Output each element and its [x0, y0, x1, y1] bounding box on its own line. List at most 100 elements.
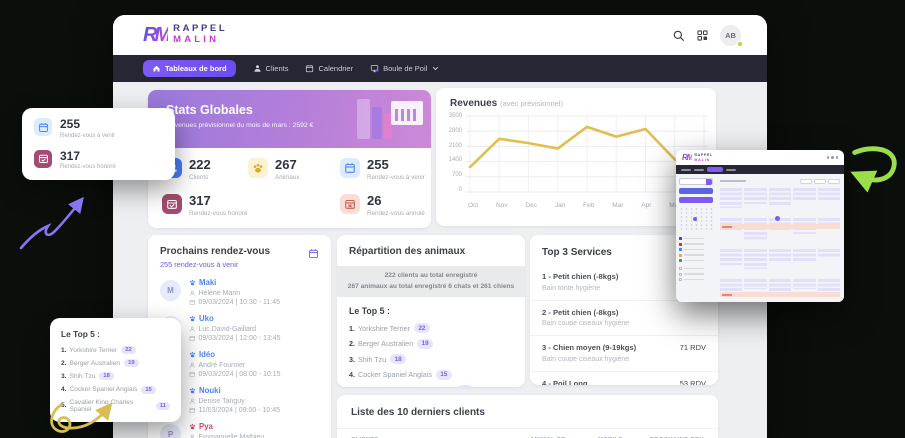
repartition-animaux-card: Répartition des animaux 222 clients au t…: [337, 235, 525, 387]
green-curved-arrow: [845, 143, 901, 193]
mini-screenshot-sidebar: [676, 174, 716, 302]
revenues-card: Revenues (avec prévisionnel) 35002800210…: [436, 88, 716, 226]
calendar-link-icon[interactable]: [308, 246, 319, 257]
mini-legend: [679, 237, 713, 262]
revenues-line-chart: [466, 112, 708, 198]
count-badge: 15: [141, 386, 155, 394]
count-badge: 18: [390, 354, 406, 364]
pet-name: Idéo: [199, 350, 215, 359]
calendar-check-icon: [162, 194, 182, 214]
app-icon: [370, 64, 379, 73]
service-rdv-count: 71 RDV: [680, 343, 706, 363]
top5-item: 4. Cocker Spaniel Anglais 15: [349, 370, 513, 380]
nav-tableaux-de-bord[interactable]: Tableaux de bord: [143, 60, 236, 77]
count-badge: 15: [436, 370, 452, 380]
pet-avatar: P: [160, 424, 181, 438]
mini-month-calendar: [679, 207, 713, 232]
owner-name: Luc David-Gaillard: [199, 326, 257, 333]
pet-avatar: M: [160, 280, 181, 301]
chevron-down-icon: [432, 65, 439, 72]
top5-item: 5. Cavalier King Charles Spaniel 11: [349, 385, 513, 387]
avatar[interactable]: AB: [720, 25, 741, 46]
nav-calendrier[interactable]: Boule de Poil Calendrier: [305, 64, 353, 73]
service-item: 3 - Chien moyen (9-19kgs) Bain coupe cis…: [530, 335, 718, 371]
paw-icon: [248, 158, 268, 178]
breed-name: Cocker Spaniel Anglais: [358, 370, 432, 379]
calendar-icon: [189, 335, 196, 342]
person-icon: [189, 362, 196, 369]
owner-name: Denise Tanguy: [199, 398, 245, 405]
online-status-dot: [737, 41, 743, 47]
stats-globales-subtitle: Revenues prévisionnel du mois de mars : …: [166, 122, 313, 129]
stat-rdv-annule: 26Rendez-vous annulé: [340, 194, 425, 217]
rdv-list-item[interactable]: U Uko Luc David-Gaillard: [160, 314, 319, 342]
service-name: 1 - Petit chien (-8kgs): [542, 272, 618, 281]
clients-icon: [253, 64, 262, 73]
person-icon: [189, 398, 196, 405]
calendar-icon: [34, 118, 52, 136]
breed-name: Yorkshire Terrier: [70, 347, 118, 354]
chart-x-axis: OctNovDecJanFebMarAprMayJun: [468, 202, 710, 209]
purple-zigzag-arrow: [16, 190, 104, 254]
composite-stage: RM RAPPEL MALIN AB: [0, 0, 905, 438]
rdv-datetime: 09/03/2024 | 08:00 - 10:15: [199, 371, 281, 378]
rdv-list-item[interactable]: M Maki Hélène Marin: [160, 278, 319, 306]
rdv-datetime: 09/03/2024 | 12:00 - 13:45: [199, 335, 281, 342]
nav-clients[interactable]: Clients: [253, 64, 289, 73]
paw-icon: [189, 315, 196, 322]
logo-monogram: RM: [143, 24, 168, 47]
breed-name: Cocker Spaniel Anglais: [70, 386, 138, 393]
breed-name: Berger Australien: [70, 360, 121, 367]
apps-grid-icon[interactable]: [696, 29, 709, 42]
count-badge: 11: [457, 385, 473, 387]
top5-item: 1. Yorkshire Terrier 22: [61, 346, 170, 354]
stat-rdv-a-venir: 255Rendez-vous à venir: [340, 158, 425, 181]
rdv-list-item[interactable]: P Pya Emmanuelle Mathieu: [160, 422, 319, 438]
avatar-initials: AB: [725, 31, 736, 40]
main-nav: Tableaux de bord Clients Boule de Poil C…: [113, 55, 767, 82]
breed-name: Yorkshire Terrier: [358, 324, 410, 333]
app-header: RM RAPPEL MALIN AB: [113, 15, 767, 55]
prochains-rdv-subtitle[interactable]: 255 rendez-vous à venir: [160, 260, 270, 269]
service-item: 4 - Poil Long Bain soin débourrage hygiè…: [530, 371, 718, 386]
top5-item: 4. Cocker Spaniel Anglais 15: [61, 386, 170, 394]
pet-name: Uko: [199, 314, 214, 323]
service-detail: Bain coupe ciseaux hygiène: [542, 356, 636, 363]
service-item: 2 - Petit chien (-8kgs) Bain coupe cisea…: [530, 300, 718, 336]
mini-screenshot-calendar-grid: [716, 174, 844, 302]
count-badge: 22: [414, 323, 430, 333]
count-badge: 11: [156, 402, 170, 410]
nav-boule-de-poil[interactable]: Boule de Poil: [370, 64, 439, 73]
rdv-list-item[interactable]: N Nouki Denise Tanguy: [160, 386, 319, 414]
calendar-icon: [305, 64, 314, 73]
stat-animaux: 267Animaux: [248, 158, 300, 181]
top5-item: 2. Berger Australien 19: [349, 339, 513, 349]
rdv-list-item[interactable]: I Idéo André Fournier: [160, 350, 319, 378]
derniers-clients-card: Liste des 10 derniers clients CLIENTS AN…: [337, 395, 718, 438]
float-stat-rdv-a-venir: 255Rendez-vous à venir: [34, 118, 163, 139]
pet-name: Maki: [199, 278, 216, 287]
top5-item: 3. Shih Tzu 18: [61, 372, 170, 380]
float-stat-rdv-honore: 317Rendez-vous honoré: [34, 150, 163, 171]
repartition-title: Répartition des animaux: [337, 235, 525, 266]
breed-name: Shih Tzu: [70, 373, 96, 380]
app-logo[interactable]: RM RAPPEL MALIN: [143, 24, 227, 47]
pet-name: Pya: [199, 422, 213, 431]
top5-item: 2. Berger Australien 19: [61, 359, 170, 367]
service-detail: Bain coupe ciseaux hygiène: [542, 320, 629, 327]
stats-globales-card: Stats Globales Revenues prévisionnel du …: [148, 90, 431, 228]
stats-illustration: [353, 95, 423, 143]
paw-icon: [189, 279, 196, 286]
search-icon[interactable]: [672, 29, 685, 42]
stats-globales-header: Stats Globales Revenues prévisionnel du …: [148, 90, 431, 148]
calendar-icon: [189, 407, 196, 414]
chart-y-axis: 35002800210014007000: [442, 113, 462, 193]
rdv-datetime: 11/03/2024 | 09:00 - 10:45: [199, 407, 280, 414]
dashboard-content: Stats Globales Revenues prévisionnel du …: [113, 82, 767, 438]
prochains-rdv-title: Prochains rendez-vous: [160, 246, 270, 257]
top5-title: Le Top 5 :: [61, 329, 170, 339]
top5-list: 1. Yorkshire Terrier 22 2. Berger Austra…: [349, 323, 513, 387]
person-icon: [189, 326, 196, 333]
service-name: 4 - Poil Long: [542, 379, 635, 386]
paw-icon: [189, 387, 196, 394]
